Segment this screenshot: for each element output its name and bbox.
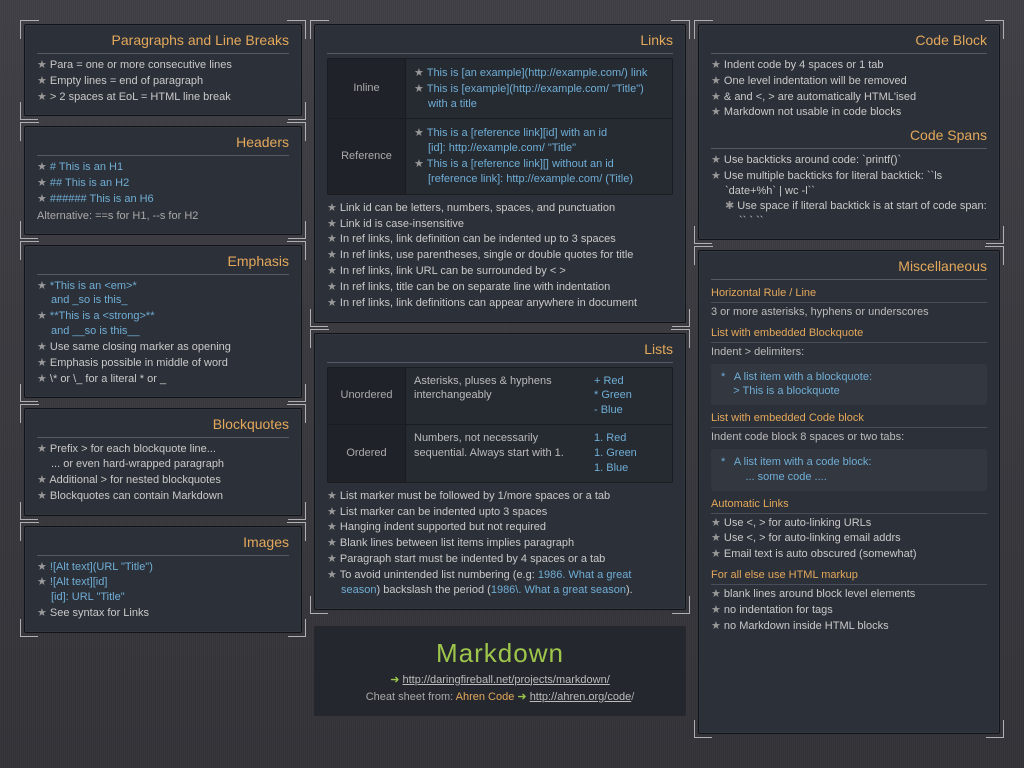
bullet: This is a [reference link][id] with an i… (414, 126, 664, 156)
card-emphasis: Emphasis *This is an <em>*and _so is thi… (24, 245, 302, 399)
subtext: Indent > delimiters: (711, 345, 987, 360)
example: + Red * Green - Blue (586, 368, 672, 425)
subhead: List with embedded Blockquote (711, 326, 987, 343)
bullet: Indent code by 4 spaces or 1 tab (711, 58, 987, 73)
brand-title: Markdown (326, 636, 674, 671)
bullet: # This is an H1 (37, 160, 289, 175)
bullet: Use multiple backticks for literal backt… (711, 169, 987, 228)
bullet: ###### This is an H6 (37, 192, 289, 207)
bullet: This is a [reference link][] without an … (414, 157, 664, 187)
row-label: Inline (328, 59, 406, 119)
subhead: For all else use HTML markup (711, 568, 987, 585)
card-images: Images ![Alt text](URL "Title") ![Alt te… (24, 526, 302, 633)
card-title: Emphasis (37, 252, 289, 275)
card-title: Code Spans (711, 126, 987, 149)
bullet: no indentation for tags (711, 603, 987, 618)
bullet: In ref links, link URL can be surrounded… (327, 264, 673, 279)
bullet: \* or \_ for a literal * or _ (37, 372, 289, 387)
bullet: See syntax for Links (37, 606, 289, 621)
bullet: ![Alt text](URL "Title") (37, 560, 289, 575)
bullet: Email text is auto obscured (somewhat) (711, 547, 987, 562)
bullet: In ref links, use parentheses, single or… (327, 248, 673, 263)
card-headers: Headers # This is an H1 ## This is an H2… (24, 126, 302, 234)
bullet: List marker can be indented upto 3 space… (327, 505, 673, 520)
example: 1. Red 1. Green 1. Blue (586, 425, 672, 482)
desc: Numbers, not necessarily sequential. Alw… (406, 425, 586, 482)
bullet: One level indentation will be removed (711, 74, 987, 89)
card-title: Paragraphs and Line Breaks (37, 31, 289, 54)
note: Alternative: ==s for H1, --s for H2 (37, 209, 289, 224)
sub-bullet: Use space if literal backtick is at star… (725, 199, 987, 229)
bullet: Use <, > for auto-linking URLs (711, 516, 987, 531)
bullet: Use same closing marker as opening (37, 340, 289, 355)
bullet: **This is a <strong>**and __so is this__ (37, 309, 289, 339)
bullet: Hanging indent supported but not require… (327, 520, 673, 535)
card-blockquotes: Blockquotes Prefix > for each blockquote… (24, 408, 302, 515)
bullet: Prefix > for each blockquote line...... … (37, 442, 289, 472)
bullet: > 2 spaces at EoL = HTML line break (37, 90, 289, 105)
bullet: Emphasis possible in middle of word (37, 356, 289, 371)
card-title: Headers (37, 133, 289, 156)
arrow-icon: ➜ (390, 674, 402, 686)
card-paragraphs: Paragraphs and Line Breaks Para = one or… (24, 24, 302, 116)
lists-table: Unordered Asterisks, pluses & hyphens in… (327, 367, 673, 483)
bullet: List marker must be followed by 1/more s… (327, 489, 673, 504)
bullet: This is [an example](http://example.com/… (414, 66, 664, 81)
bullet: Empty lines = end of paragraph (37, 74, 289, 89)
bullet: Para = one or more consecutive lines (37, 58, 289, 73)
bullet: *This is an <em>*and _so is this_ (37, 279, 289, 309)
card-title: Links (327, 31, 673, 54)
desc: Asterisks, pluses & hyphens interchangea… (406, 368, 586, 425)
bullet: Paragraph start must be indented by 4 sp… (327, 552, 673, 567)
bullet: In ref links, link definitions can appea… (327, 296, 673, 311)
bullet: ## This is an H2 (37, 176, 289, 191)
bullet: Additional > for nested blockquotes (37, 473, 289, 488)
author-link[interactable]: http://ahren.org/code (530, 691, 632, 703)
card-links: Links Inline This is [an example](http:/… (314, 24, 686, 323)
bullet: This is [example](http://example.com/ "T… (414, 82, 664, 112)
subhead: Horizontal Rule / Line (711, 286, 987, 303)
card-title: Code Block (711, 31, 987, 54)
card-misc: Miscellaneous Horizontal Rule / Line 3 o… (698, 250, 1000, 734)
bullet: Link id can be letters, numbers, spaces,… (327, 201, 673, 216)
card-title: Lists (327, 340, 673, 363)
arrow-icon: ➜ (517, 691, 529, 703)
row-label: Unordered (328, 368, 406, 425)
bullet: Markdown not usable in code blocks (711, 105, 987, 120)
subtext: Indent code block 8 spaces or two tabs: (711, 430, 987, 445)
bullet: Use <, > for auto-linking email addrs (711, 531, 987, 546)
row-label: Ordered (328, 425, 406, 482)
bullet: ![Alt text][id][id]: URL "Title" (37, 575, 289, 605)
code-snippet: * A list item with a blockquote: > This … (711, 364, 987, 406)
subtext: 3 or more asterisks, hyphens or undersco… (711, 305, 987, 320)
cheatsheet-page: Paragraphs and Line Breaks Para = one or… (0, 0, 1024, 768)
bullet: To avoid unintended list numbering (e.g:… (327, 568, 673, 598)
card-title: Images (37, 533, 289, 556)
bullet: blank lines around block level elements (711, 587, 987, 602)
subhead: Automatic Links (711, 497, 987, 514)
links-table: Inline This is [an example](http://examp… (327, 58, 673, 195)
bullet: no Markdown inside HTML blocks (711, 619, 987, 634)
bullet: Link id is case-insensitive (327, 217, 673, 232)
middle-column: Links Inline This is [an example](http:/… (302, 24, 698, 744)
bullet: In ref links, link definition can be ind… (327, 232, 673, 247)
brand-link[interactable]: http://daringfireball.net/projects/markd… (403, 674, 610, 686)
subhead: List with embedded Code block (711, 411, 987, 428)
card-code: Code Block Indent code by 4 spaces or 1 … (698, 24, 1000, 240)
card-title: Miscellaneous (711, 257, 987, 280)
bullet: Blockquotes can contain Markdown (37, 489, 289, 504)
card-title: Blockquotes (37, 415, 289, 438)
bullet: Blank lines between list items implies p… (327, 536, 673, 551)
author-name: Ahren Code (456, 691, 515, 703)
bullet: In ref links, title can be on separate l… (327, 280, 673, 295)
bullet: & and <, > are automatically HTML'ised (711, 90, 987, 105)
brand-footer: Markdown ➜ http://daringfireball.net/pro… (314, 626, 686, 717)
bullet: Use backticks around code: `printf()` (711, 153, 987, 168)
left-column: Paragraphs and Line Breaks Para = one or… (24, 24, 302, 744)
right-column: Code Block Indent code by 4 spaces or 1 … (698, 24, 1000, 744)
code-snippet: * A list item with a code block: ... som… (711, 449, 987, 491)
row-label: Reference (328, 119, 406, 193)
card-lists: Lists Unordered Asterisks, pluses & hyph… (314, 333, 686, 610)
